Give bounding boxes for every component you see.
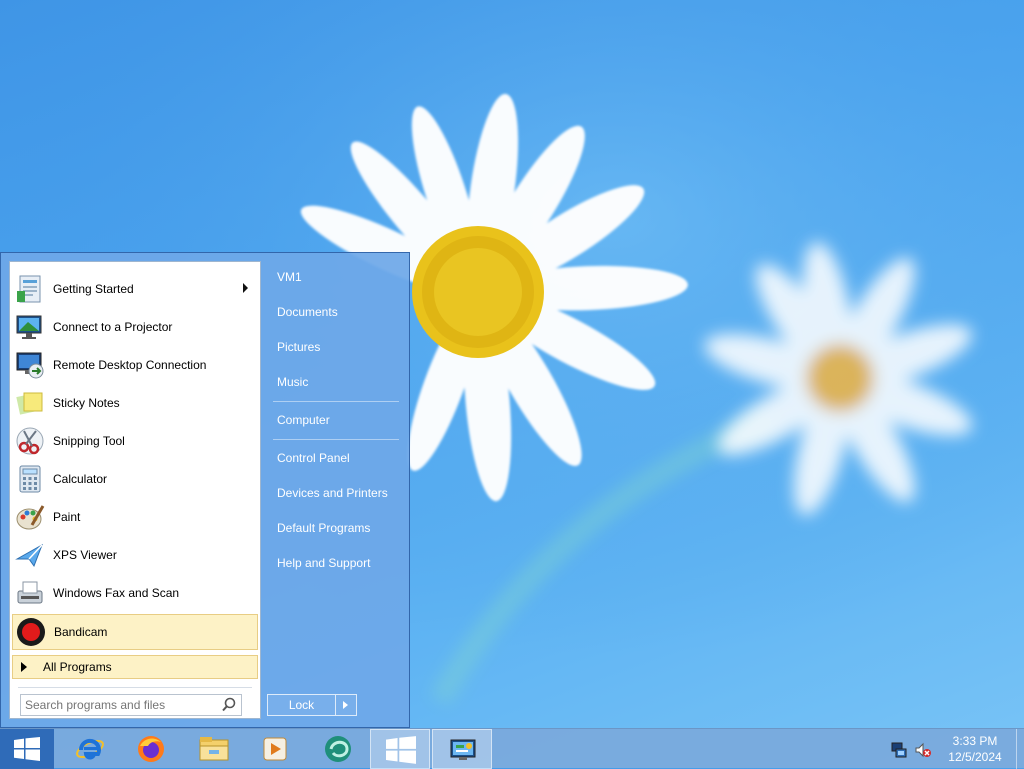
taskbar-control-panel[interactable]	[432, 729, 492, 769]
program-label: Paint	[53, 510, 81, 524]
programs-pane: Getting Started Connect to a Projector R…	[9, 261, 261, 719]
submenu-arrow-icon	[243, 283, 248, 293]
browser-app-icon	[325, 736, 351, 762]
divider	[273, 401, 399, 402]
place-default-programs[interactable]: Default Programs	[267, 514, 401, 542]
firefox-icon	[138, 736, 164, 762]
program-bandicam[interactable]: Bandicam	[12, 614, 258, 650]
program-connect-projector[interactable]: Connect to a Projector	[12, 309, 258, 345]
place-user-folder[interactable]: VM1	[267, 263, 401, 291]
program-xps-viewer[interactable]: XPS Viewer	[12, 537, 258, 573]
lock-button-group: Lock	[267, 694, 357, 716]
program-calculator[interactable]: Calculator	[12, 461, 258, 497]
taskbar-internet-explorer[interactable]	[60, 729, 120, 769]
start-menu-app-icon	[386, 736, 416, 764]
internet-explorer-icon	[76, 738, 104, 760]
xps-viewer-icon	[14, 539, 46, 571]
taskbar-browser-app[interactable]	[308, 729, 368, 769]
program-label: XPS Viewer	[53, 548, 117, 562]
program-paint[interactable]: Paint	[12, 499, 258, 535]
taskbar: 3:33 PM 12/5/2024	[0, 728, 1024, 769]
bandicam-icon	[15, 616, 47, 648]
clock-time: 3:33 PM	[952, 734, 998, 748]
divider	[18, 687, 252, 688]
program-label: Getting Started	[53, 282, 134, 296]
place-devices-printers[interactable]: Devices and Printers	[267, 479, 401, 507]
divider	[273, 439, 399, 440]
control-panel-icon	[450, 739, 476, 760]
snipping-tool-icon	[14, 425, 46, 457]
chevron-right-icon	[343, 701, 348, 709]
place-computer[interactable]: Computer	[267, 406, 401, 434]
program-getting-started[interactable]: Getting Started	[12, 271, 258, 307]
program-sticky-notes[interactable]: Sticky Notes	[12, 385, 258, 421]
windows-logo-icon	[14, 737, 40, 761]
remote-desktop-icon	[14, 349, 46, 381]
program-label: Windows Fax and Scan	[53, 586, 180, 600]
projector-icon	[14, 311, 46, 343]
lock-button[interactable]: Lock	[268, 695, 336, 715]
place-help-support[interactable]: Help and Support	[267, 549, 401, 577]
calculator-icon	[14, 463, 46, 495]
paint-icon	[14, 501, 46, 533]
show-desktop-button[interactable]	[1016, 729, 1024, 769]
place-documents[interactable]: Documents	[267, 298, 401, 326]
program-label: Snipping Tool	[53, 434, 125, 448]
start-menu: Getting Started Connect to a Projector R…	[0, 252, 410, 728]
places-pane: VM1 Documents Pictures Music Computer Co…	[267, 261, 403, 721]
program-label: Calculator	[53, 472, 108, 486]
all-programs-button[interactable]: All Programs	[12, 655, 258, 679]
taskbar-start-menu-app[interactable]	[370, 729, 430, 769]
search-icon[interactable]	[220, 696, 238, 714]
system-clock[interactable]: 3:33 PM 12/5/2024	[938, 733, 1012, 765]
clock-date: 12/5/2024	[948, 750, 1002, 764]
taskbar-file-explorer[interactable]	[183, 729, 243, 769]
program-fax-scan[interactable]: Windows Fax and Scan	[12, 575, 258, 611]
place-control-panel[interactable]: Control Panel	[267, 444, 401, 472]
file-explorer-icon	[199, 737, 229, 761]
search-box[interactable]	[20, 694, 242, 716]
place-pictures[interactable]: Pictures	[267, 333, 401, 361]
program-label: Connect to a Projector	[53, 320, 173, 334]
volume-muted-icon[interactable]	[914, 741, 932, 759]
program-label: Remote Desktop Connection	[53, 358, 207, 372]
start-button[interactable]	[0, 729, 54, 769]
expand-arrow-icon	[21, 662, 27, 672]
program-label: Bandicam	[54, 625, 108, 639]
network-icon[interactable]	[890, 741, 908, 759]
taskbar-firefox[interactable]	[121, 729, 181, 769]
getting-started-icon	[14, 273, 46, 305]
search-input[interactable]	[21, 695, 220, 715]
power-options-button[interactable]	[336, 695, 356, 715]
place-music[interactable]: Music	[267, 368, 401, 396]
all-programs-label: All Programs	[43, 660, 112, 674]
taskbar-media-player[interactable]	[245, 729, 305, 769]
sticky-notes-icon	[14, 387, 46, 419]
program-remote-desktop[interactable]: Remote Desktop Connection	[12, 347, 258, 383]
program-snipping-tool[interactable]: Snipping Tool	[12, 423, 258, 459]
media-player-icon	[263, 737, 287, 761]
fax-scan-icon	[14, 577, 46, 609]
program-label: Sticky Notes	[53, 396, 120, 410]
